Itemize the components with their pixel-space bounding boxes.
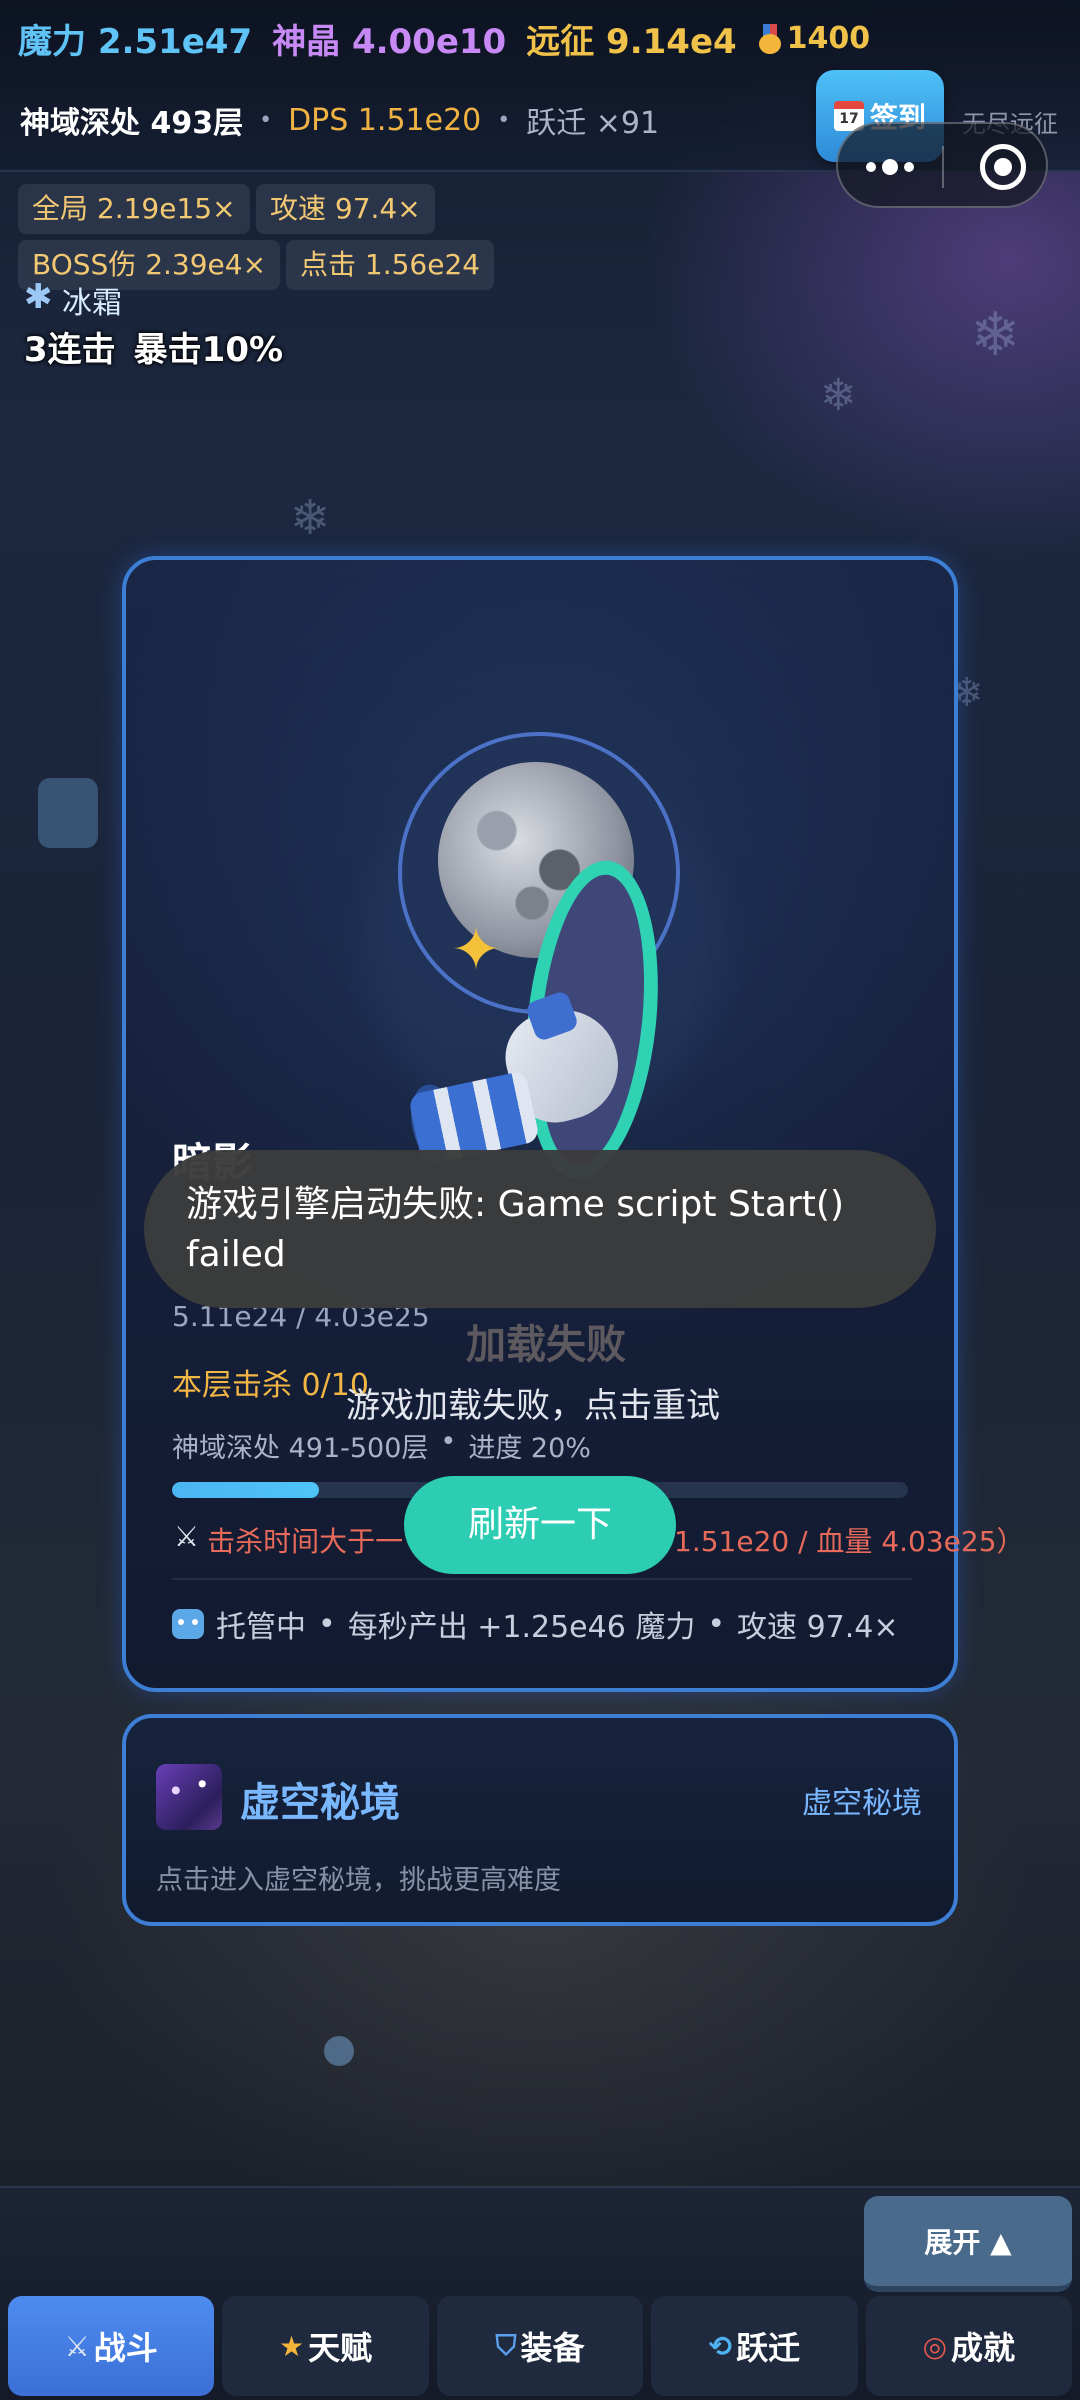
void-realm-title: 虚空秘境 [240,1780,400,1826]
warning-text: 击杀时间大于一 [207,1525,404,1558]
star-icon: ★ [279,2329,305,2363]
snowflake-icon [20,277,58,319]
galaxy-icon [156,1764,222,1830]
separator: • [440,1426,457,1457]
floor-range: 神域深处 491-500层 [172,1433,429,1464]
bottom-nav: ⚔ 战斗 ★ 天赋 ⛉ 装备 ⟲ 跃迁 ◎ 成就 [8,2296,1073,2396]
nav-battle[interactable]: ⚔ 战斗 [8,2296,215,2396]
atk-speed-chip: 攻速 97.4× [256,184,435,234]
shield-icon: ⛉ [495,2329,517,2362]
nav-equipment[interactable]: ⛉ 装备 [436,2296,644,2396]
void-realm-desc: 点击进入虚空秘境，挑战更高难度 [156,1865,561,1896]
expand-button[interactable]: 展开 ▲ [864,2196,1072,2292]
crit-label: 暴击10% [133,330,284,370]
nav-jump[interactable]: ⟲ 跃迁 [651,2296,858,2396]
separator: • [318,1606,336,1642]
separator: • [259,107,273,133]
capsule-divider [942,146,944,188]
nav-label: 跃迁 [736,2329,801,2367]
more-menu-button[interactable] [838,124,942,210]
separator: • [707,1606,726,1642]
nav-label: 战斗 [93,2329,158,2367]
refresh-button[interactable]: 刷新一下 [404,1476,676,1574]
snowflake-icon: ❄ [820,370,857,421]
divider [172,1578,912,1580]
auto-output: 每秒产出 +1.25e46 魔力 [347,1610,696,1645]
star-icon: ✦ [450,915,502,985]
cycle-icon: ⟲ [708,2329,733,2363]
snowflake-icon: ❄ [290,490,331,546]
snowflake-icon: ❄ [970,300,1021,370]
nav-label: 装备 [520,2329,585,2367]
dot [904,162,914,172]
click-damage-chip: 点击 1.56e24 [286,240,495,290]
crystal-decor [38,778,98,848]
auto-battle-row: 托管中 • 每秒产出 +1.25e46 魔力 • 攻速 97.4× [172,1602,899,1646]
warning-text-tail: 1.51e20 / 血量 4.03e25） [674,1525,1025,1558]
close-miniprogram-icon[interactable] [980,144,1026,190]
crystal-counter: 神晶 4.00e10 [272,22,507,62]
kill-time-warning: ⚔ 击杀时间大于一 [174,1520,403,1560]
medal-icon [757,23,783,54]
progress-fill [172,1482,320,1498]
miniprogram-capsule [836,122,1048,208]
void-realm-card[interactable]: 虚空秘境 虚空秘境 点击进入虚空秘境，挑战更高难度 [122,1714,958,1926]
nav-label: 天赋 [308,2329,373,2367]
target-icon: ◎ [922,2329,948,2363]
load-failed-label: 加载失败 [466,1322,626,1368]
nav-talent[interactable]: ★ 天赋 [222,2296,429,2396]
retry-hint[interactable]: 游戏加载失败，点击重试 [346,1378,720,1427]
nav-label: 成就 [951,2329,1016,2367]
orb-decor [324,2036,354,2066]
stats-row: 神域深处 493层 • DPS 1.51e20 • 跃迁 ×91 [20,98,659,142]
jump-label: 跃迁 ×91 [526,106,660,141]
medal-counter: 1400 [757,14,871,63]
progress-label: 进度 20% [468,1433,591,1464]
auto-label: 托管中 [216,1610,306,1645]
nav-achievement[interactable]: ◎ 成就 [865,2296,1073,2396]
resource-row: 魔力 2.51e47 神晶 4.00e10 远征 9.14e4 1400 [18,14,870,63]
swords-icon: ⚔ [174,1520,200,1553]
frost-label: 冰霜 [62,286,122,321]
floor-label: 神域深处 493层 [20,106,244,141]
dot [866,162,876,172]
combo-label: 3连击 [24,330,116,370]
auto-speed: 攻速 97.4× [737,1610,899,1645]
global-buff-chip: 全局 2.19e15× [18,184,250,234]
expedition-counter: 远征 9.14e4 [526,22,737,62]
void-realm-link[interactable]: 虚空秘境 [802,1778,922,1822]
swords-icon: ⚔ [64,2329,90,2363]
error-toast: 游戏引擎启动失败: Game script Start() failed [144,1150,936,1308]
floor-kills: 本层击杀 0/10 [172,1368,369,1403]
medal-value: 1400 [786,21,871,56]
dps-label: DPS 1.51e20 [288,102,482,138]
magic-counter: 魔力 2.51e47 [18,22,253,62]
combo-crit-status: 3连击 暴击10% [24,322,283,371]
dot [882,159,898,175]
floor-range-row: 神域深处 491-500层 • 进度 20% [172,1426,591,1465]
frost-status: 冰霜 [20,277,122,322]
robot-icon [172,1609,204,1639]
separator: • [497,107,511,133]
